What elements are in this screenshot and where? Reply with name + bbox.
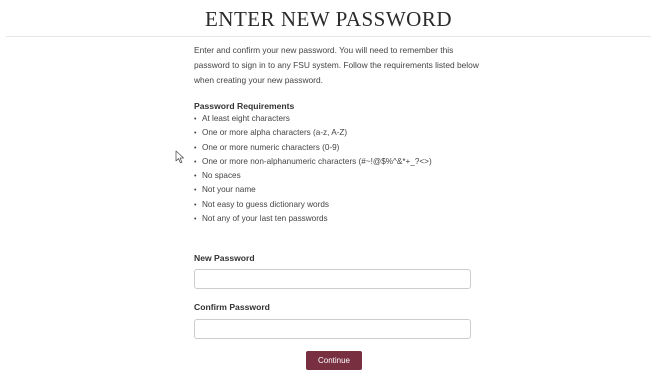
requirement-item: • At least eight characters <box>194 112 484 126</box>
intro-text: Enter and confirm your new password. You… <box>194 45 479 85</box>
mouse-pointer-icon <box>175 150 184 164</box>
requirement-item: • Not any of your last ten passwords <box>194 212 484 226</box>
new-password-input[interactable] <box>194 269 471 289</box>
requirement-text: Not any of your last ten passwords <box>202 214 328 224</box>
requirement-text: One or more alpha characters (a-z, A-Z) <box>202 128 348 138</box>
bullet-icon: • <box>194 158 197 166</box>
confirm-password-label: Confirm Password <box>194 302 270 312</box>
continue-button[interactable]: Continue <box>306 351 362 370</box>
requirement-text: At least eight characters <box>202 114 290 123</box>
instructions-panel: Enter and confirm your new password. You… <box>194 43 484 226</box>
requirement-text: Not easy to guess dictionary words <box>202 199 329 209</box>
bullet-icon: • <box>194 187 197 195</box>
bullet-icon: • <box>194 173 197 181</box>
requirement-item: • One or more numeric characters (0-9) <box>194 141 484 155</box>
bullet-icon: • <box>194 201 197 209</box>
requirement-item: • No spaces <box>194 169 484 183</box>
bullet-icon: • <box>194 216 197 224</box>
requirement-item: • One or more alpha characters (a-z, A-Z) <box>194 126 484 140</box>
bullet-icon: • <box>194 116 197 123</box>
new-password-label: New Password <box>194 253 255 263</box>
requirement-item: • Not easy to guess dictionary words <box>194 198 484 212</box>
requirements-heading: Password Requirements <box>194 101 295 111</box>
bullet-icon: • <box>194 130 197 138</box>
bullet-icon: • <box>194 144 197 152</box>
confirm-password-input[interactable] <box>194 319 471 339</box>
requirement-text: One or more numeric characters (0-9) <box>202 142 340 152</box>
requirement-text: Not your name <box>202 185 256 195</box>
requirements-list: • At least eight characters • One or more … <box>194 112 484 226</box>
requirement-text: One or more non-alphanumeric characters … <box>202 156 432 166</box>
requirement-item: • One or more non-alphanumeric characters… <box>194 155 484 169</box>
requirement-text: No spaces <box>202 171 241 181</box>
requirement-item: • Not your name <box>194 183 484 197</box>
page-title: ENTER NEW PASSWORD <box>204 7 453 31</box>
title-divider <box>6 36 651 37</box>
